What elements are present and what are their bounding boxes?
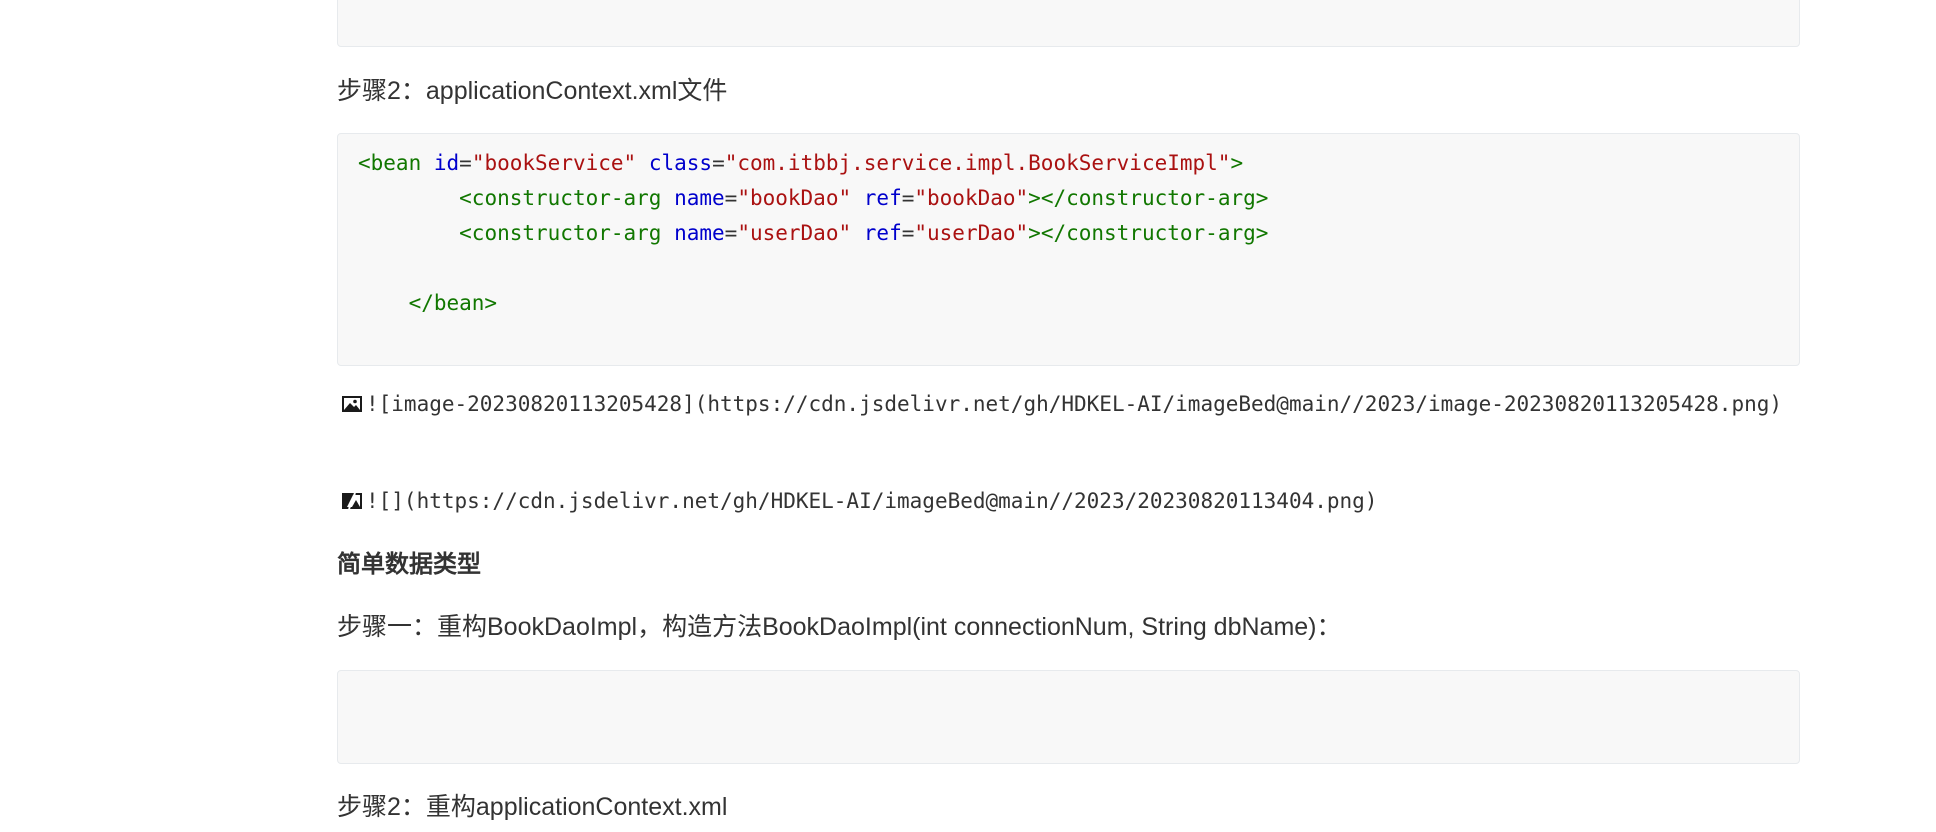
code-line-2: <constructor-arg name="bookDao" ref="boo… xyxy=(459,186,1269,210)
code-block-empty xyxy=(337,670,1800,764)
step2-label: 步骤2：applicationContext.xml文件 xyxy=(337,77,728,105)
broken-image-icon xyxy=(342,492,362,510)
code-line-1: <bean id="bookService" class="com.itbbj.… xyxy=(358,151,1244,175)
image-link-1-text: ![image-20230820113205428](https://cdn.j… xyxy=(366,392,1783,416)
image-link-2[interactable]: ![](https://cdn.jsdelivr.net/gh/HDKEL-AI… xyxy=(337,482,1800,521)
code-block-empty-top xyxy=(337,0,1800,47)
code-block-xml: <bean id="bookService" class="com.itbbj.… xyxy=(337,133,1800,366)
xml-code: <bean id="bookService" class="com.itbbj.… xyxy=(358,146,1268,321)
section-heading: 简单数据类型 xyxy=(337,551,481,578)
code-line-5: </bean> xyxy=(408,291,498,315)
image-link-2-text: ![](https://cdn.jsdelivr.net/gh/HDKEL-AI… xyxy=(366,489,1378,513)
image-icon xyxy=(342,396,362,412)
step2b-label: 步骤2：重构applicationContext.xml xyxy=(337,793,728,821)
step1-label: 步骤一：重构BookDaoImpl，构造方法BookDaoImpl(int co… xyxy=(337,613,1342,641)
image-link-1[interactable]: ![image-20230820113205428](https://cdn.j… xyxy=(337,385,1800,424)
code-line-3: <constructor-arg name="userDao" ref="use… xyxy=(459,221,1269,245)
